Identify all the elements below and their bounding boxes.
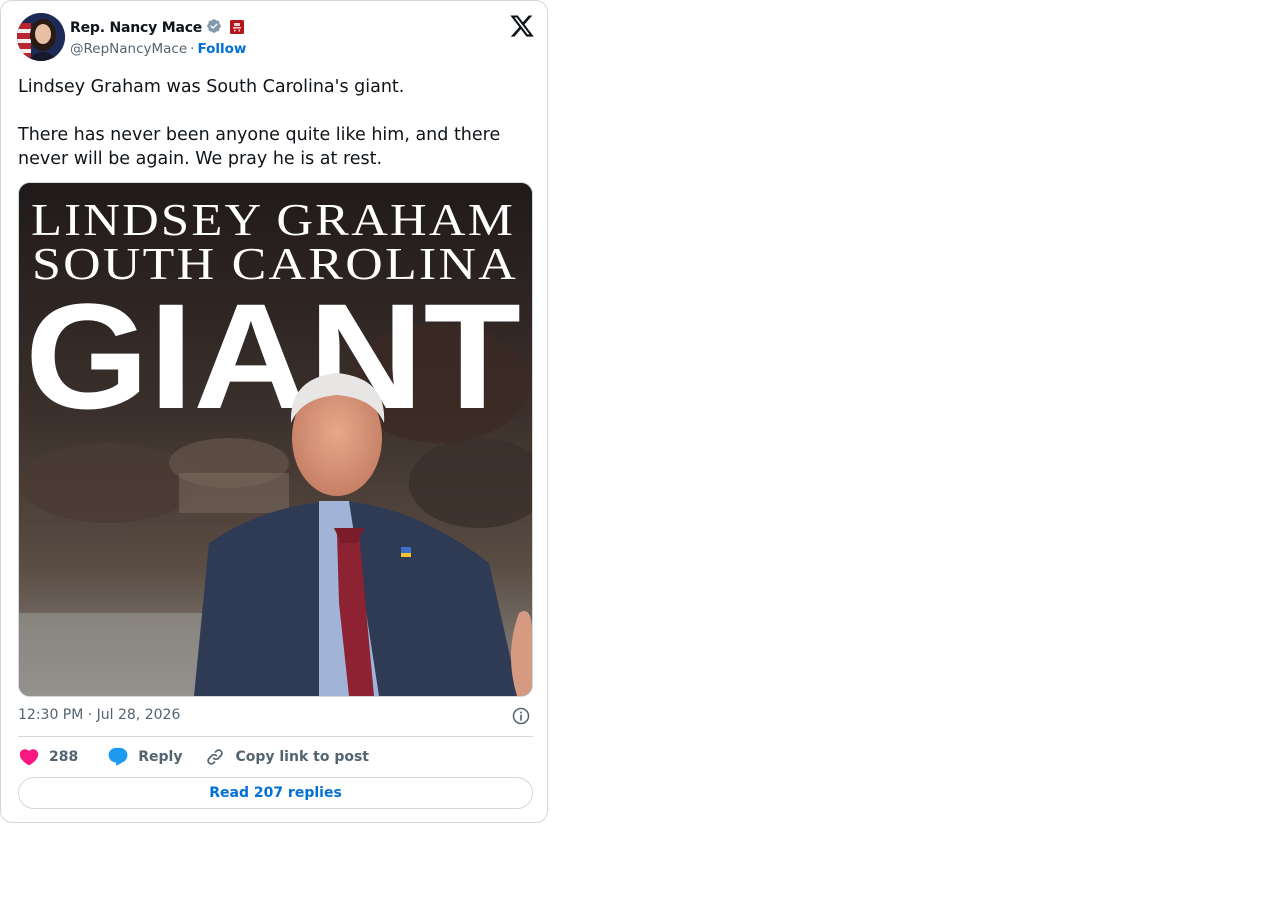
media-headline-big: GIANT bbox=[25, 272, 521, 440]
post-actions: 288 Reply Copy link to post bbox=[18, 745, 369, 769]
embedded-post-card: Rep. Nancy Mace @RepNancyMace · Follow L… bbox=[0, 0, 548, 823]
post-paragraph: Lindsey Graham was South Carolina's gian… bbox=[18, 77, 405, 97]
read-replies-button[interactable]: Read 207 replies bbox=[18, 777, 533, 809]
copy-link-label: Copy link to post bbox=[235, 749, 369, 765]
author-name-row: Rep. Nancy Mace bbox=[70, 18, 245, 38]
like-count: 288 bbox=[49, 749, 79, 765]
copy-link-button[interactable]: Copy link to post bbox=[204, 746, 369, 768]
x-logo-icon[interactable] bbox=[509, 13, 535, 39]
author-handle-row: @RepNancyMace · Follow bbox=[70, 40, 246, 58]
post-text: Lindsey Graham was South Carolina's gian… bbox=[18, 75, 533, 171]
reply-button[interactable]: Reply bbox=[107, 746, 182, 768]
like-button[interactable]: 288 bbox=[18, 746, 78, 768]
reply-label: Reply bbox=[138, 749, 183, 765]
affiliate-badge-icon bbox=[230, 19, 245, 38]
divider bbox=[18, 736, 533, 737]
heart-icon bbox=[18, 746, 40, 768]
separator-dot: · bbox=[190, 41, 195, 57]
author-handle[interactable]: @RepNancyMace bbox=[70, 41, 187, 57]
follow-button[interactable]: Follow bbox=[197, 41, 246, 57]
author-display-name[interactable]: Rep. Nancy Mace bbox=[70, 20, 202, 36]
post-meta-row: 12:30 PM · Jul 28, 2026 bbox=[18, 705, 533, 727]
post-paragraph: There has never been anyone quite like h… bbox=[18, 125, 501, 169]
author-avatar[interactable] bbox=[17, 13, 65, 61]
link-icon bbox=[204, 746, 226, 768]
reply-bubble-icon bbox=[107, 746, 129, 768]
post-media-image[interactable]: LINDSEY GRAHAM SOUTH CAROLINA GIANT bbox=[18, 182, 533, 697]
post-header: Rep. Nancy Mace @RepNancyMace · Follow bbox=[17, 13, 535, 63]
post-timestamp[interactable]: 12:30 PM · Jul 28, 2026 bbox=[18, 707, 180, 723]
verified-badge-icon bbox=[206, 18, 222, 38]
info-icon[interactable] bbox=[511, 706, 531, 726]
